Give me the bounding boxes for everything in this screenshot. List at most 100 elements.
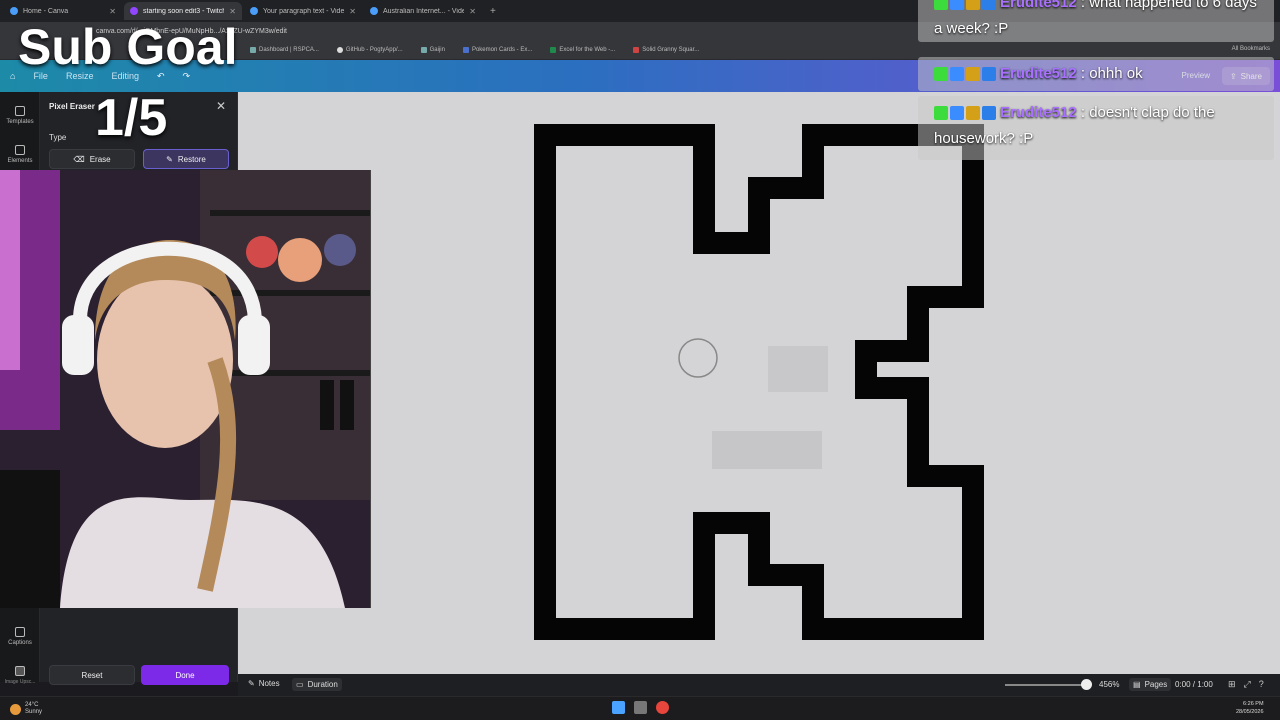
tab-favicon-icon <box>370 7 378 15</box>
chrome-icon[interactable] <box>656 701 669 714</box>
bookmark-icon <box>250 46 256 53</box>
restore-brush-icon: ✎ <box>166 154 173 164</box>
restore-button[interactable]: ✎ Restore <box>143 149 229 169</box>
notes-button[interactable]: ✎ Notes <box>248 679 280 688</box>
weather-desc: Sunny <box>25 709 43 715</box>
erase-label: Erase <box>89 154 111 164</box>
sub-goal-title: Sub Goal <box>18 19 238 75</box>
bookmark-item[interactable]: Gaijin <box>420 46 445 53</box>
zoom-value[interactable]: 456% <box>1099 680 1119 689</box>
pages-label: Pages <box>1144 680 1168 689</box>
rail-item-image-upscaler[interactable]: Image Upsc... <box>0 666 40 685</box>
erase-button[interactable]: ⌫ Erase <box>49 149 135 169</box>
elements-icon <box>15 145 25 155</box>
bookmark-item[interactable]: Pokemon Cards - Ex... <box>462 46 533 53</box>
bookmark-label: GitHub - PogtyApp/... <box>345 46 403 53</box>
castle-outline-drawing[interactable] <box>238 92 1280 674</box>
rail-item-captions[interactable]: Captions <box>0 627 40 646</box>
fullscreen-icon[interactable]: ⤢ <box>1244 679 1259 689</box>
bookmark-item[interactable]: Excel for the Web -... <box>550 46 616 53</box>
chat-message: Erudite512 : doesn't clap do the housewo… <box>918 96 1274 160</box>
restore-label: Restore <box>177 154 206 164</box>
sub-goal-count: 1/5 <box>95 89 168 147</box>
tab-favicon-icon <box>10 7 18 15</box>
chat-badges <box>934 0 996 11</box>
castle-outline <box>534 124 984 640</box>
zoom-slider-thumb[interactable] <box>1081 679 1092 690</box>
bookmark-label: Excel for the Web -... <box>559 46 616 53</box>
rail-item-elements[interactable]: Elements <box>0 145 40 164</box>
brush-cursor <box>678 338 718 378</box>
task-view-icon[interactable] <box>634 701 647 714</box>
help-icon[interactable]: ? <box>1259 679 1272 689</box>
rail-label: Captions <box>8 640 32 646</box>
rail-label: Templates <box>6 119 34 125</box>
clock-date: 28/05/2026 <box>1236 709 1264 715</box>
rail-label: Elements <box>7 158 33 164</box>
bookmark-item[interactable]: Solid Granny Squar... <box>633 46 700 53</box>
tab-title: Your paragraph text - Video <box>263 7 345 15</box>
bookmark-item[interactable]: Dashboard | RSPCA... <box>250 46 319 53</box>
close-icon[interactable]: ✕ <box>349 7 356 16</box>
chat-username: Erudite512 <box>1000 104 1077 121</box>
close-icon[interactable]: ✕ <box>216 99 226 113</box>
bookmark-icon <box>462 46 469 53</box>
webcam-feed <box>0 170 371 608</box>
browser-tab[interactable]: Australian Internet... - Video ✕ <box>364 2 482 20</box>
canva-bottom-bar: ✎ Notes ▭ Duration 456% ▤ Pages 0:00 / 1:00… <box>238 674 1280 696</box>
close-icon[interactable]: ✕ <box>229 7 236 16</box>
close-icon[interactable]: ✕ <box>109 7 116 16</box>
erased-region <box>768 346 828 392</box>
pages-icon: ▤ <box>1133 680 1141 689</box>
templates-icon <box>15 106 25 116</box>
panel-title: Pixel Eraser <box>49 102 95 111</box>
tab-favicon-icon <box>250 7 258 15</box>
tab-title: Home - Canva <box>23 7 69 15</box>
notes-icon: ✎ <box>248 679 255 688</box>
weather-widget[interactable]: 24°C Sunny <box>10 702 42 716</box>
rail-item-templates[interactable]: Templates <box>0 106 40 125</box>
bookmark-label: Solid Granny Squar... <box>642 46 700 53</box>
browser-tab[interactable]: Your paragraph text - Video ✕ <box>244 2 362 20</box>
chat-text: : ohhh ok <box>1080 65 1143 82</box>
bookmark-label: Gaijin <box>429 46 445 53</box>
bookmark-label: Pokemon Cards - Ex... <box>471 46 533 53</box>
start-icon[interactable] <box>612 701 625 714</box>
reset-button[interactable]: Reset <box>49 665 135 685</box>
chat-badges <box>934 67 996 82</box>
excel-icon <box>550 46 557 53</box>
new-tab-button[interactable]: + <box>484 6 502 17</box>
duration-icon: ▭ <box>296 680 304 689</box>
tab-title: Australian Internet... - Video <box>383 7 465 15</box>
pages-button[interactable]: ▤ Pages <box>1129 678 1172 691</box>
chat-username: Erudite512 <box>1000 0 1077 11</box>
taskbar-clock[interactable]: 6:26 PM 28/05/2026 <box>1236 700 1264 716</box>
bookmark-item[interactable]: GitHub - PogtyApp/... <box>336 46 403 53</box>
duration-label: Duration <box>307 680 338 689</box>
github-icon <box>336 46 343 53</box>
duration-button[interactable]: ▭ Duration <box>292 678 342 691</box>
zoom-slider-track[interactable] <box>1005 684 1089 686</box>
bookmark-label: Dashboard | RSPCA... <box>259 46 319 53</box>
weather-temp: 24°C <box>25 702 39 708</box>
erased-region <box>712 431 822 469</box>
chat-badges <box>934 106 996 121</box>
heart-icon <box>633 46 640 53</box>
home-icon[interactable]: ⌂ <box>10 71 15 81</box>
notes-label: Notes <box>258 679 280 688</box>
done-button[interactable]: Done <box>141 665 229 685</box>
rail-label: Image Upsc... <box>4 679 36 685</box>
chat-message: Erudite512 : what happened to 6 days a w… <box>918 0 1274 42</box>
eraser-icon: ⌫ <box>73 154 85 164</box>
chat-overlay: Erudite512 : what happened to 6 days a w… <box>918 0 1274 160</box>
clock-time: 6:26 PM <box>1243 701 1264 707</box>
grid-view-icon[interactable]: ⊞ <box>1228 679 1244 689</box>
chat-message: Erudite512 : ohhh ok <box>918 57 1274 91</box>
view-tools: ⊞⤢? <box>1228 679 1272 690</box>
tab-title: starting soon edit3 - Twitch St <box>143 7 225 15</box>
sun-icon <box>10 703 21 715</box>
type-label: Type <box>49 133 67 142</box>
timeline-time: 0:00 / 1:00 <box>1175 680 1213 689</box>
bookmark-icon <box>420 46 427 53</box>
close-icon[interactable]: ✕ <box>469 7 476 16</box>
